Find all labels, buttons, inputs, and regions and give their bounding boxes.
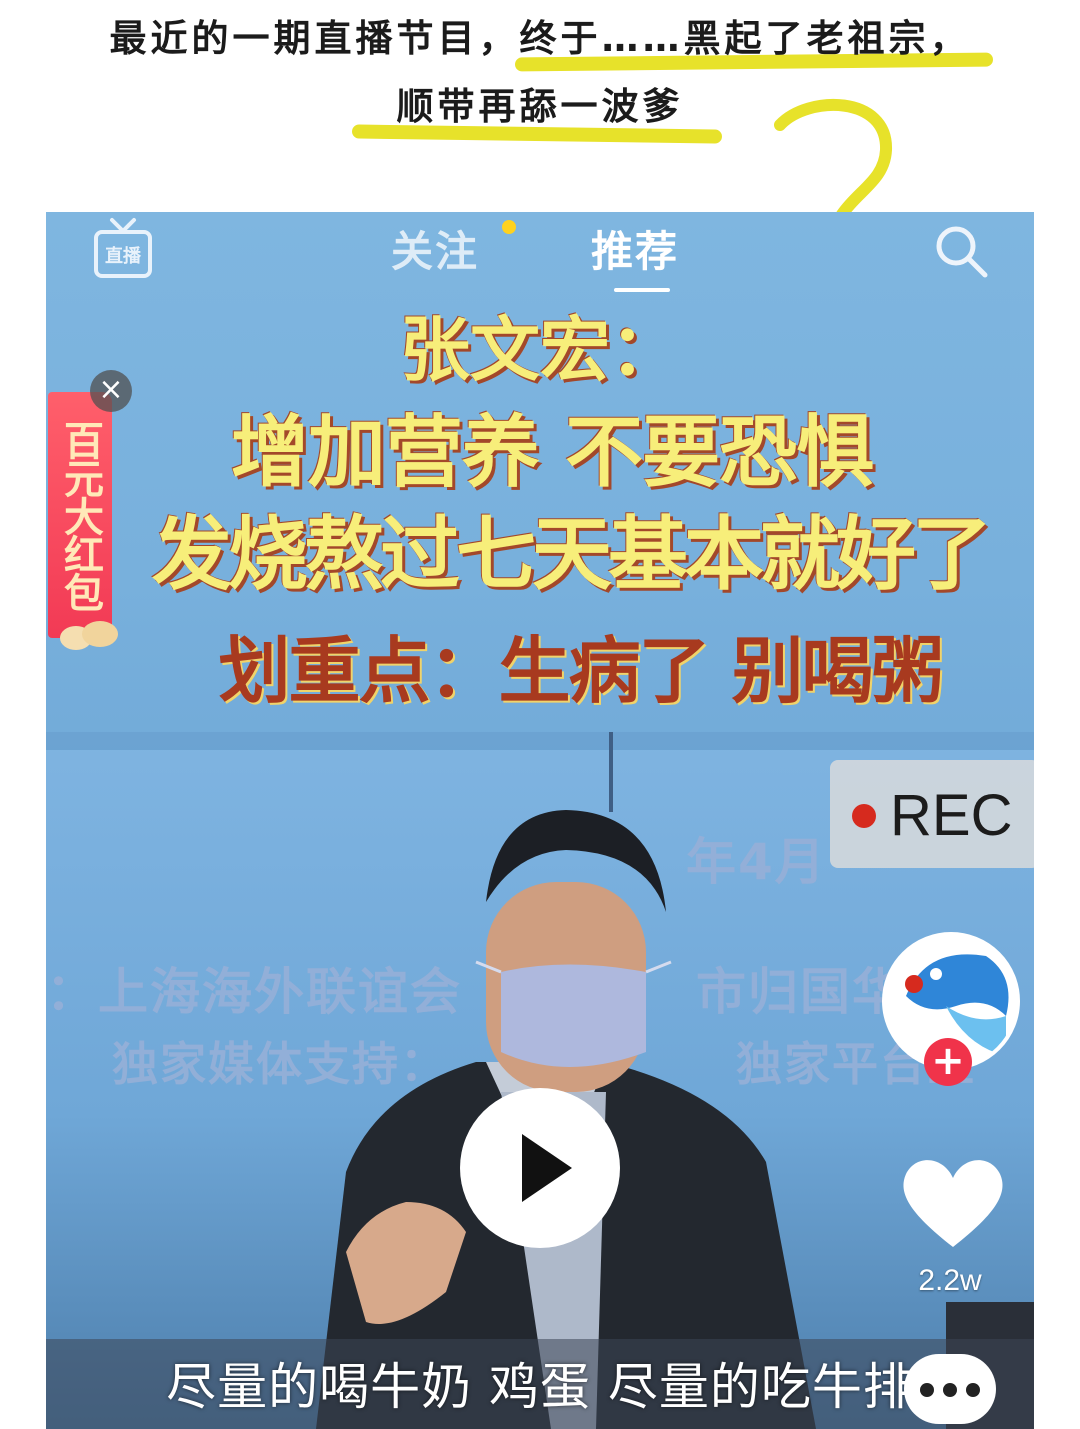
more-dot-icon (943, 1383, 957, 1397)
caption-line-1: 最近的一期直播节目，终于……黑起了老祖宗， (109, 17, 971, 60)
headline-line-2: 发烧熬过七天基本就好了 (152, 508, 992, 601)
headline-line-3: 划重点：生病了 别喝粥 (218, 629, 943, 713)
top-bar: 直播 关注 推荐 (46, 212, 1034, 302)
board-text-host-right: 市归国华 (696, 963, 904, 1021)
play-button[interactable] (460, 1088, 620, 1248)
board-text-host: ：上海海外联谊会 (46, 963, 462, 1021)
tab-follow-notification-dot (502, 220, 516, 234)
more-dot-icon (966, 1383, 980, 1397)
follow-plus-button[interactable]: + (924, 1038, 972, 1086)
more-options-button[interactable] (904, 1354, 996, 1424)
rec-badge: REC (830, 760, 1034, 868)
svg-text:直播: 直播 (105, 245, 142, 267)
rec-label: REC (890, 783, 1013, 848)
search-icon[interactable] (930, 220, 992, 282)
tv-live-icon[interactable]: 直播 (92, 216, 154, 282)
rec-dot-icon (852, 804, 876, 828)
tab-recommend[interactable]: 推荐 (591, 218, 679, 279)
more-dot-icon (920, 1383, 934, 1397)
like-count: 2.2w (918, 1264, 982, 1297)
subtitle-text: 尽量的喝牛奶 鸡蛋 尽量的吃牛排 (166, 1358, 914, 1416)
board-text-date: 年4月 (686, 833, 827, 891)
phone-screenshot: 直播 关注 推荐 张文宏： 增加营养 不要恐惧 发烧熬过七天基本就好了 划重点：… (46, 212, 1034, 1429)
board-text-media: 独家媒体支持： (112, 1037, 448, 1091)
caption-line-2: 顺带再舔一波爹 (396, 85, 684, 128)
gold-coins-icon (60, 621, 118, 650)
tab-follow[interactable]: 关注 (391, 218, 479, 279)
heart-icon[interactable] (898, 1152, 1008, 1252)
red-packet-close-icon[interactable]: × (90, 370, 132, 412)
headline-name: 张文宏： (400, 309, 680, 391)
headline-line-1: 增加营养 不要恐惧 (230, 408, 874, 498)
red-packet-button[interactable]: 百元大红包 (48, 392, 112, 638)
tab-active-indicator (614, 288, 670, 292)
play-icon (522, 1134, 572, 1202)
